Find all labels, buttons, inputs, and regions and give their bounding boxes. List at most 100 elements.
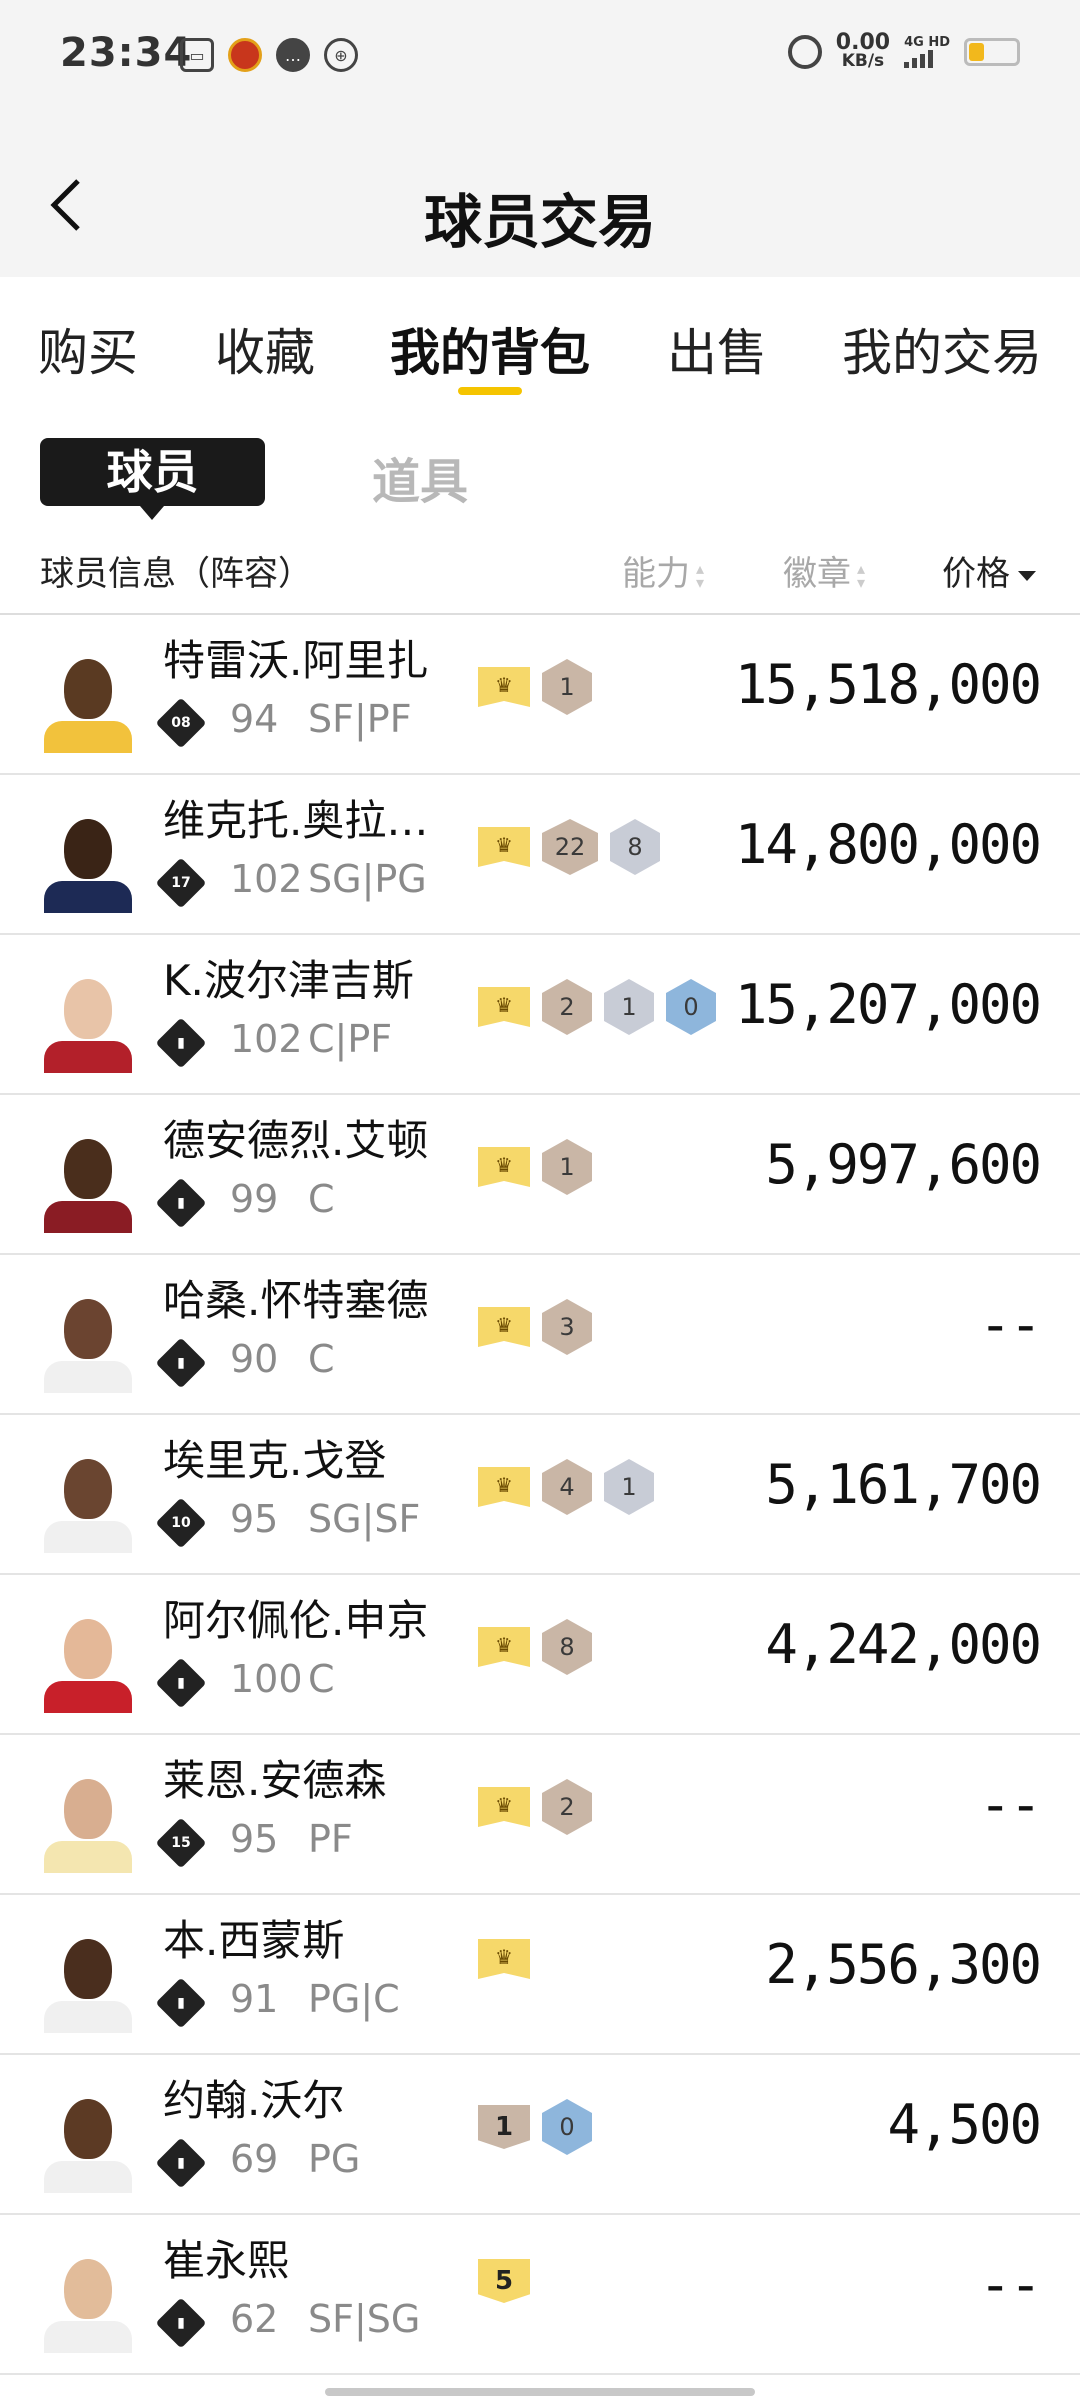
tier-icon: ▮ [155, 2137, 207, 2189]
tier-icon: ▮ [155, 2297, 207, 2349]
player-ovr: 95 [230, 1497, 279, 1541]
player-avatar [40, 1765, 136, 1873]
player-name: 本.西蒙斯 [163, 1916, 345, 1965]
col-badge[interactable]: 徽章 ▴ ▾ [783, 546, 873, 595]
tier-icon: 08 [155, 697, 207, 749]
tier-icon: ▮ [155, 1977, 207, 2029]
signal-icon: 4G HD [904, 36, 950, 68]
active-tab-indicator [458, 387, 522, 395]
player-avatar [40, 805, 136, 913]
player-ovr: 99 [230, 1177, 279, 1221]
crown-badge-icon: ♛ [478, 1307, 530, 1347]
badge-group: ♛ 4 1 [478, 1459, 654, 1515]
column-header: 球员信息（阵容） 能力 ▴ ▾ 徽章 ▴ ▾ 价格 [0, 530, 1080, 615]
player-row[interactable]: 本.西蒙斯 ▮ 91 PG|C ♛ 2,556,300 [0, 1895, 1080, 2055]
tier-icon: 15 [155, 1817, 207, 1869]
player-row[interactable]: 埃里克.戈登 10 95 SG|SF ♛ 4 1 5,161,700 [0, 1415, 1080, 1575]
player-price: -- [978, 2253, 1042, 2316]
home-indicator[interactable] [325, 2388, 755, 2396]
status-time: 23:34 [60, 30, 193, 76]
player-row[interactable]: 崔永熙 ▮ 62 SF|SG 5 -- [0, 2215, 1080, 2375]
bronze-badge-count: 22 [542, 819, 598, 875]
player-name: 阿尔佩伦.申京 [163, 1596, 429, 1645]
player-position: SF|PF [308, 697, 412, 741]
bronze-badge-count: 2 [542, 1779, 592, 1835]
badge-group: ♛ 1 [478, 1139, 592, 1195]
player-price: -- [978, 1773, 1042, 1836]
player-list: 特雷沃.阿里扎 08 94 SF|PF ♛ 1 15,518,000 维克托.奥拉… 17 102… [0, 615, 1080, 2375]
status-bar: 23:34 ▭ … ⊕ 0.00 KB/s 4G HD [0, 0, 1080, 115]
tier-number: ▮ [177, 2155, 185, 2171]
player-position: PG|C [308, 1977, 400, 2021]
player-ovr: 94 [230, 697, 279, 741]
blue-badge-count: 0 [666, 979, 716, 1035]
tier-icon: ▮ [155, 1337, 207, 1389]
battery-icon [964, 38, 1020, 66]
player-price: -- [978, 1293, 1042, 1356]
badge-group: ♛ 2 [478, 1779, 592, 1835]
player-name: 崔永熙 [163, 2236, 290, 2285]
player-name: 特雷沃.阿里扎 [163, 636, 429, 685]
bronze-badge-count: 4 [542, 1459, 592, 1515]
player-row[interactable]: 莱恩.安德森 15 95 PF ♛ 2 -- [0, 1735, 1080, 1895]
col-ability[interactable]: 能力 ▴ ▾ [622, 546, 712, 595]
player-name: 埃里克.戈登 [163, 1436, 387, 1485]
player-ovr: 102 [230, 857, 303, 901]
player-row[interactable]: K.波尔津吉斯 ▮ 102 C|PF ♛ 2 1 0 15,207,000 [0, 935, 1080, 1095]
player-row[interactable]: 约翰.沃尔 ▮ 69 PG 1 0 4,500 [0, 2055, 1080, 2215]
tier-number: ▮ [177, 1995, 185, 2011]
tab-my-trades[interactable]: 我的交易 [842, 313, 1042, 385]
tab-favorites[interactable]: 收藏 [215, 313, 315, 385]
tier-icon: ▮ [155, 1177, 207, 1229]
subtab-items[interactable]: 道具 [372, 442, 468, 512]
blue-badge-count: 0 [542, 2099, 592, 2155]
player-avatar [40, 1125, 136, 1233]
badge-group: ♛ 2 1 0 [478, 979, 716, 1035]
player-position: SG|PG [308, 857, 427, 901]
subtab-players[interactable]: 球员 [40, 438, 265, 520]
badge-group: ♛ [478, 1939, 530, 1979]
col-price[interactable]: 价格 [942, 546, 1036, 595]
tier-icon: 10 [155, 1497, 207, 1549]
tab-sell[interactable]: 出售 [667, 313, 767, 385]
player-position: C [308, 1177, 335, 1221]
player-position: C|PF [308, 1017, 393, 1061]
player-row[interactable]: 哈桑.怀特塞德 ▮ 90 C ♛ 3 -- [0, 1255, 1080, 1415]
tab-my-bag[interactable]: 我的背包 [390, 313, 590, 385]
bronze-badge-count: 8 [542, 1619, 592, 1675]
player-row[interactable]: 德安德烈.艾顿 ▮ 99 C ♛ 1 5,997,600 [0, 1095, 1080, 1255]
badge-group: ♛ 22 8 [478, 819, 660, 875]
player-ovr: 90 [230, 1337, 279, 1381]
player-price: 15,207,000 [734, 973, 1042, 1036]
bronze-badge-count: 2 [542, 979, 592, 1035]
bronze-badge-count: 1 [542, 1139, 592, 1195]
badge-group: ♛ 3 [478, 1299, 592, 1355]
player-price: 15,518,000 [734, 653, 1042, 716]
tv-app-icon: ▭ [180, 38, 214, 72]
tier-number: ▮ [177, 1195, 185, 1211]
player-position: PG [308, 2137, 361, 2181]
player-ovr: 62 [230, 2297, 279, 2341]
sub-tabs: 球员 道具 [0, 430, 1080, 520]
badge-group: 10 [478, 2099, 592, 2155]
player-avatar [40, 1925, 136, 2033]
player-row[interactable]: 维克托.奥拉… 17 102 SG|PG ♛ 22 8 14,800,000 [0, 775, 1080, 935]
player-position: PF [308, 1817, 353, 1861]
player-name: 德安德烈.艾顿 [163, 1116, 429, 1165]
player-name: 约翰.沃尔 [163, 2076, 345, 2125]
col-badge-label: 徽章 [783, 554, 851, 594]
tab-buy[interactable]: 购买 [38, 313, 138, 385]
player-row[interactable]: 特雷沃.阿里扎 08 94 SF|PF ♛ 1 15,518,000 [0, 615, 1080, 775]
player-row[interactable]: 阿尔佩伦.申京 ▮ 100 C ♛ 8 4,242,000 [0, 1575, 1080, 1735]
tier-number: 17 [171, 875, 191, 891]
badge-group: 5 [478, 2259, 530, 2303]
crown-badge-icon: ♛ [478, 667, 530, 707]
sort-icon: ▴ ▾ [696, 558, 705, 592]
player-avatar [40, 1605, 136, 1713]
player-price: 4,242,000 [765, 1613, 1042, 1676]
player-avatar [40, 965, 136, 1073]
speed-value: 0.00 [835, 30, 891, 55]
player-position: SF|SG [308, 2297, 421, 2341]
player-name: K.波尔津吉斯 [163, 956, 414, 1005]
tier-icon: ▮ [155, 1017, 207, 1069]
